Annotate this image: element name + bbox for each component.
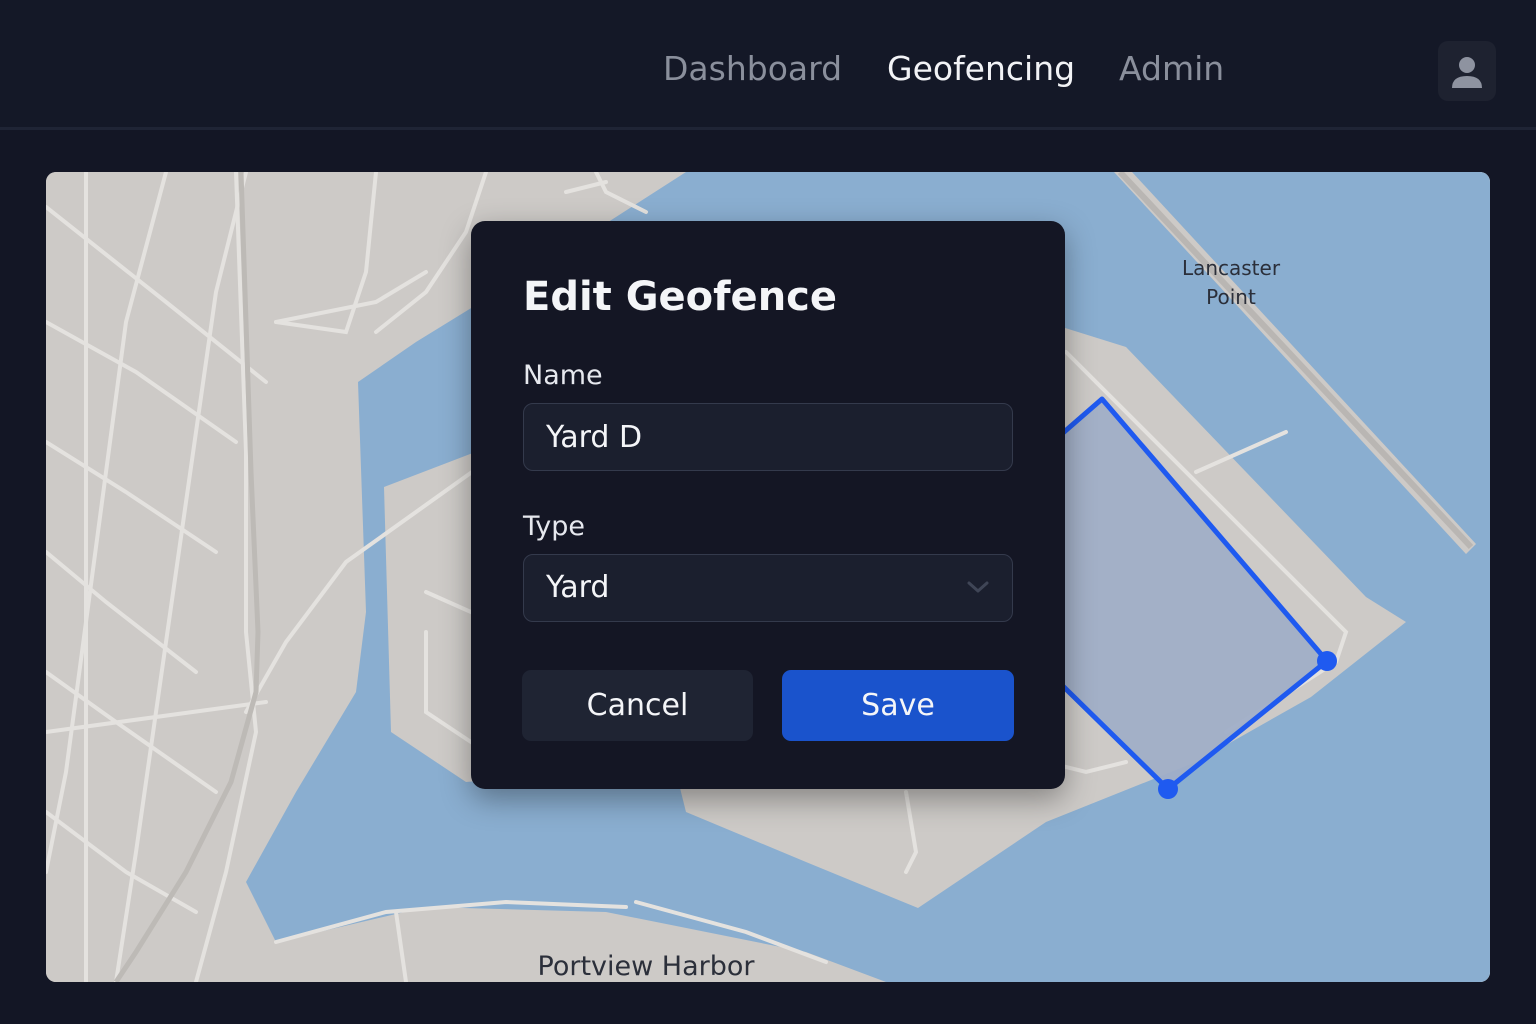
name-label: Name xyxy=(523,360,603,391)
nav-geofencing[interactable]: Geofencing xyxy=(887,48,1075,90)
map-label-portview-harbor: Portview Harbor xyxy=(537,951,755,982)
modal-title: Edit Geofence xyxy=(523,274,838,320)
edit-geofence-modal: Edit Geofence Name Type Yard Cancel Save xyxy=(471,221,1065,789)
name-input[interactable] xyxy=(524,404,1012,470)
nav-dashboard[interactable]: Dashboard xyxy=(663,48,842,90)
save-button[interactable]: Save xyxy=(782,670,1014,741)
cancel-button[interactable]: Cancel xyxy=(522,670,753,741)
geofence-vertex-handle[interactable] xyxy=(1317,651,1337,671)
nav-admin[interactable]: Admin xyxy=(1119,48,1224,90)
name-field-container xyxy=(523,403,1013,471)
geofence-vertex-handle[interactable] xyxy=(1158,779,1178,799)
user-icon xyxy=(1452,57,1482,88)
type-select-value: Yard xyxy=(546,570,610,605)
user-avatar-button[interactable] xyxy=(1438,41,1496,101)
top-navigation-bar: Dashboard Geofencing Admin xyxy=(0,0,1536,130)
map-label-lancaster-point: Lancaster Point xyxy=(1181,256,1281,309)
chevron-down-icon xyxy=(967,581,989,593)
type-label: Type xyxy=(523,511,586,542)
type-select[interactable]: Yard xyxy=(523,554,1013,622)
